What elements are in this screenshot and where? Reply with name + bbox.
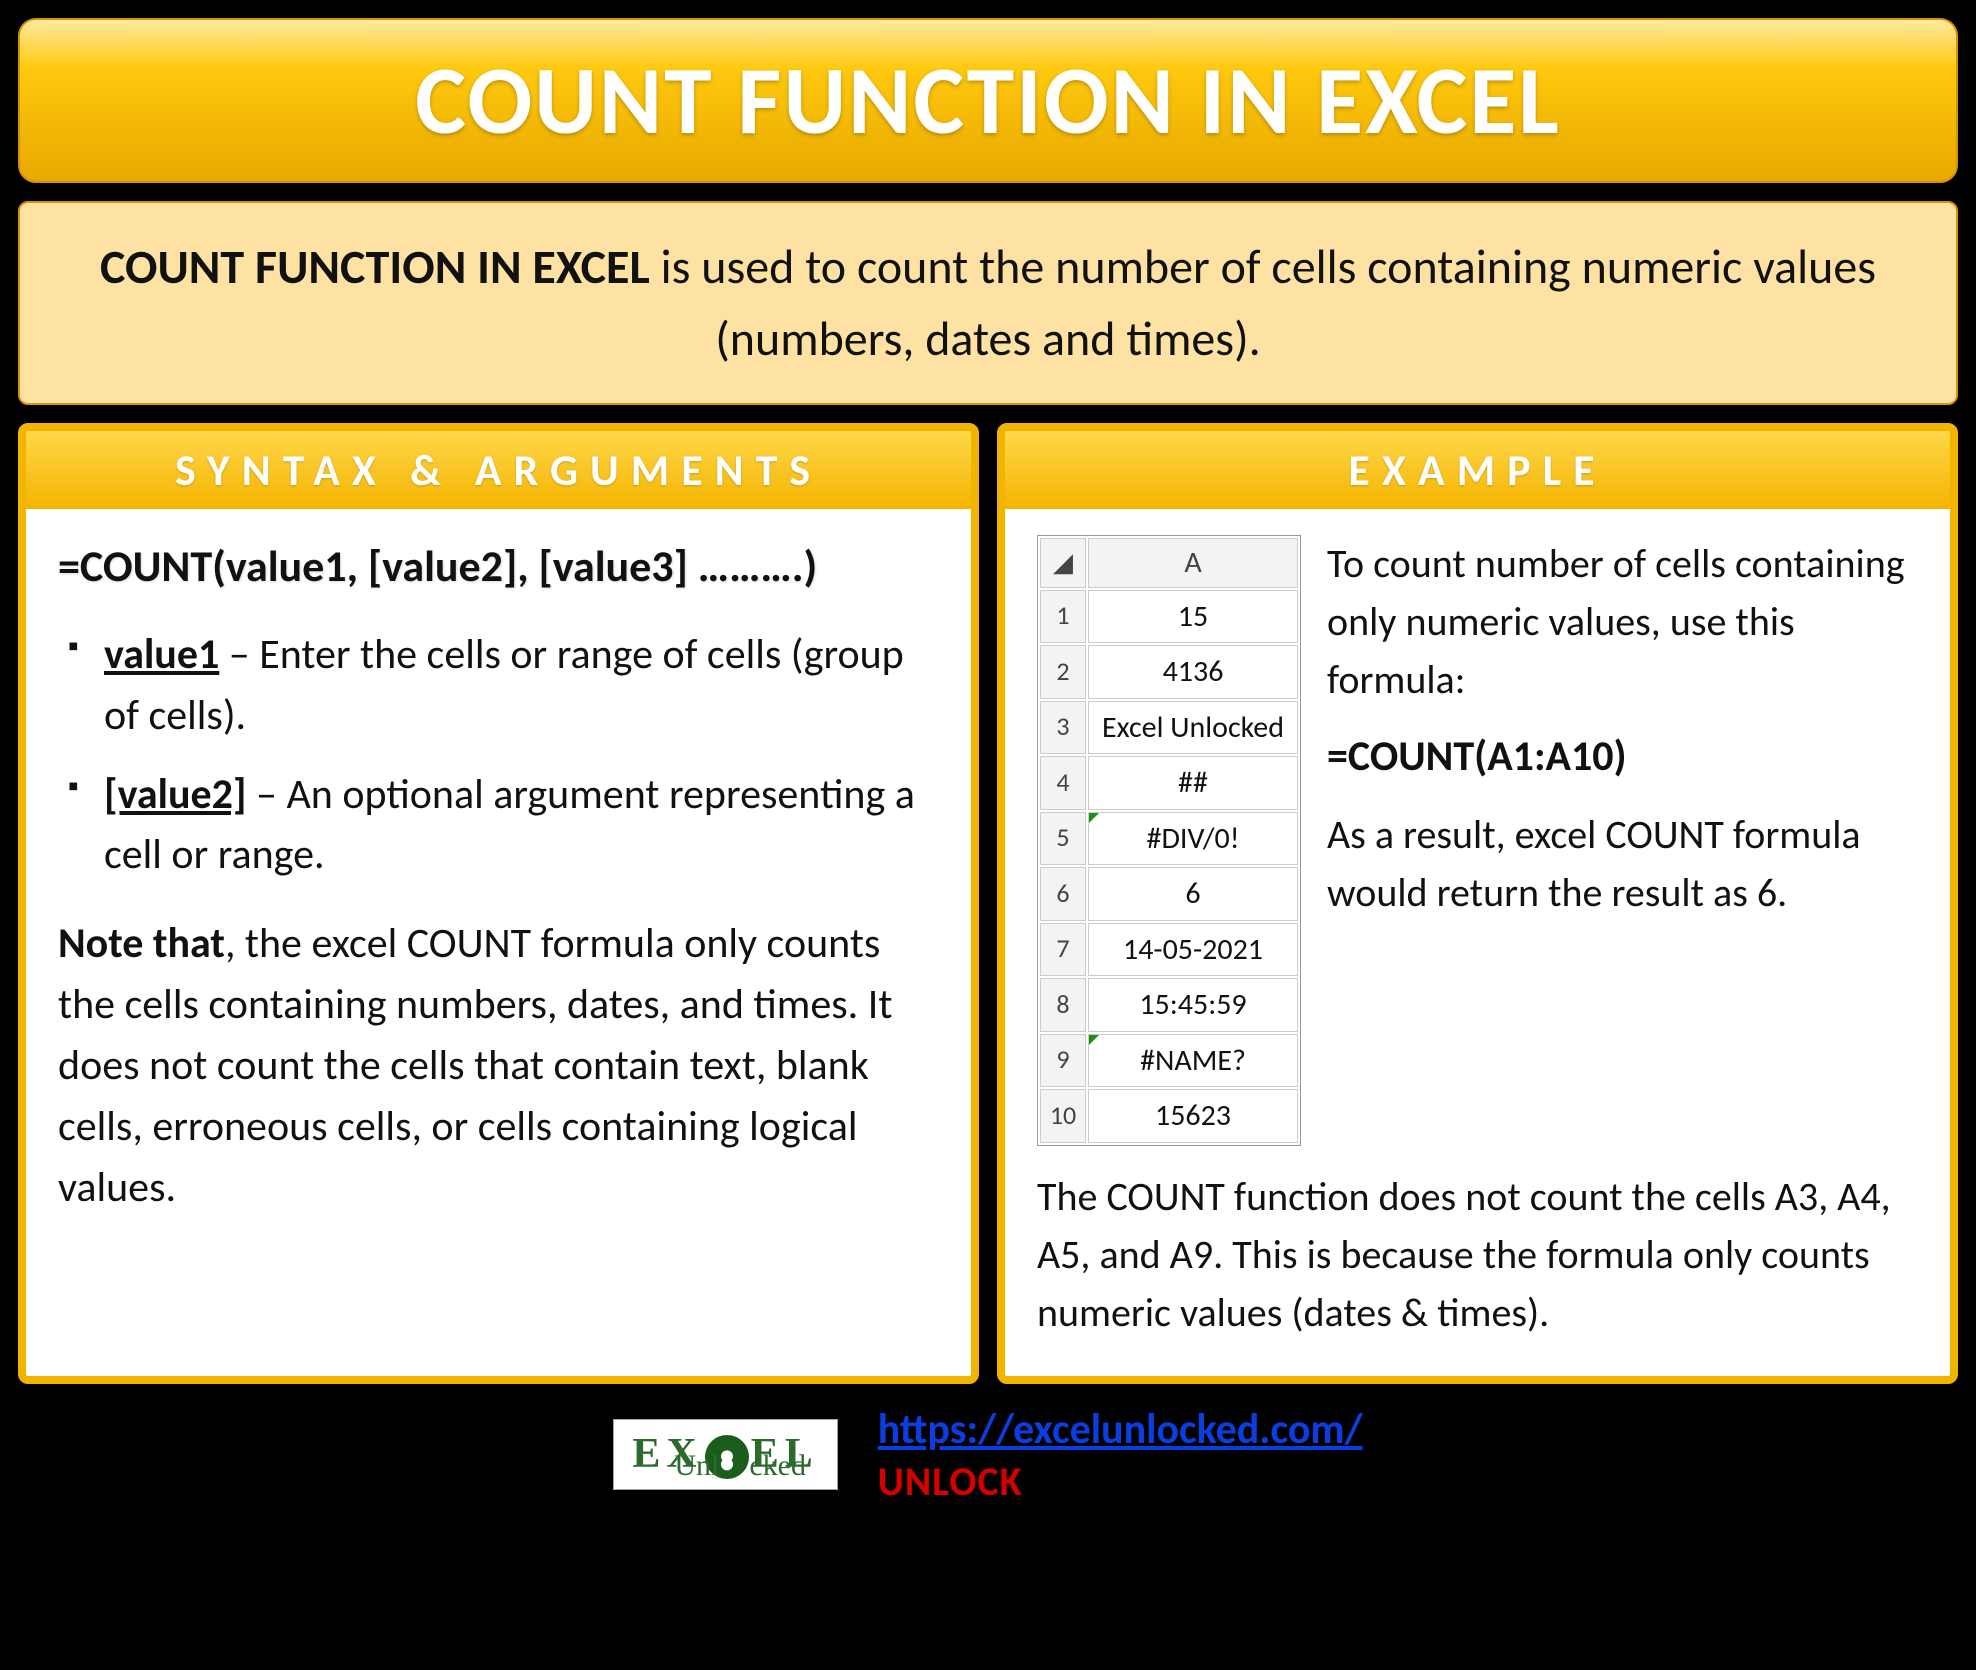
example-text-1: To count number of cells containing only… bbox=[1327, 535, 1918, 709]
sheet-cell-error: #DIV/0! bbox=[1088, 812, 1298, 866]
sheet-cell: ## bbox=[1088, 756, 1298, 810]
sheet-col-header: A bbox=[1088, 538, 1298, 588]
arg-desc: – Enter the cells or range of cells (gro… bbox=[104, 629, 904, 741]
argument-item: value1 – Enter the cells or range of cel… bbox=[58, 625, 939, 747]
example-header: EXAMPLE bbox=[1005, 431, 1950, 509]
content-columns: SYNTAX & ARGUMENTS =COUNT(value1, [value… bbox=[18, 423, 1958, 1384]
intro-bold: COUNT FUNCTION IN EXCEL bbox=[100, 237, 650, 296]
logo-sub-text: Unl cked bbox=[674, 1449, 806, 1483]
sheet-cell: 6 bbox=[1088, 867, 1298, 921]
mini-spreadsheet: ◢A 115 24136 3Excel Unlocked 4## 5#DIV/0… bbox=[1037, 535, 1301, 1146]
sheet-cell: 15:45:59 bbox=[1088, 978, 1298, 1032]
example-formula: =COUNT(A1:A10) bbox=[1327, 727, 1918, 788]
row-head: 8 bbox=[1040, 978, 1086, 1032]
syntax-note: Note that, the excel COUNT formula only … bbox=[58, 914, 939, 1218]
arg-name: [value2] bbox=[104, 769, 247, 820]
note-bold: Note that bbox=[58, 918, 225, 969]
argument-list: value1 – Enter the cells or range of cel… bbox=[58, 625, 939, 887]
sheet-cell: 4136 bbox=[1088, 645, 1298, 699]
syntax-panel: SYNTAX & ARGUMENTS =COUNT(value1, [value… bbox=[18, 423, 979, 1384]
footer-unlock-text: UNLOCK bbox=[878, 1457, 1363, 1506]
syntax-body: =COUNT(value1, [value2], [value3] ……….) … bbox=[26, 509, 971, 1253]
sheet-cell: Excel Unlocked bbox=[1088, 701, 1298, 755]
row-head: 6 bbox=[1040, 867, 1086, 921]
row-head: 9 bbox=[1040, 1034, 1086, 1088]
argument-item: [value2] – An optional argument represen… bbox=[58, 765, 939, 887]
footer: EXEL Unl cked https://excelunlocked.com/… bbox=[18, 1404, 1958, 1506]
row-head: 5 bbox=[1040, 812, 1086, 866]
example-footnote: The COUNT function does not count the ce… bbox=[1037, 1168, 1918, 1342]
example-body: ◢A 115 24136 3Excel Unlocked 4## 5#DIV/0… bbox=[1005, 509, 1950, 1376]
sheet-cell: 15 bbox=[1088, 590, 1298, 644]
sheet-cell-error: #NAME? bbox=[1088, 1034, 1298, 1088]
example-text-block: To count number of cells containing only… bbox=[1327, 535, 1918, 1146]
syntax-header: SYNTAX & ARGUMENTS bbox=[26, 431, 971, 509]
row-head: 3 bbox=[1040, 701, 1086, 755]
syntax-formula: =COUNT(value1, [value2], [value3] ……….) bbox=[58, 535, 939, 599]
footer-links: https://excelunlocked.com/ UNLOCK bbox=[878, 1404, 1363, 1506]
row-head: 2 bbox=[1040, 645, 1086, 699]
row-head: 10 bbox=[1040, 1089, 1086, 1143]
example-text-2: As a result, excel COUNT formula would r… bbox=[1327, 806, 1918, 922]
sheet-cell: 14-05-2021 bbox=[1088, 923, 1298, 977]
example-top-row: ◢A 115 24136 3Excel Unlocked 4## 5#DIV/0… bbox=[1037, 535, 1918, 1146]
row-head: 7 bbox=[1040, 923, 1086, 977]
sheet-corner: ◢ bbox=[1040, 538, 1086, 588]
arg-name: value1 bbox=[104, 629, 219, 680]
example-panel: EXAMPLE ◢A 115 24136 3Excel Unlocked 4##… bbox=[997, 423, 1958, 1384]
intro-box: COUNT FUNCTION IN EXCEL is used to count… bbox=[18, 201, 1958, 405]
row-head: 1 bbox=[1040, 590, 1086, 644]
footer-url-link[interactable]: https://excelunlocked.com/ bbox=[878, 1404, 1363, 1455]
page-title: COUNT FUNCTION IN EXCEL bbox=[30, 42, 1946, 159]
logo-box: EXEL Unl cked bbox=[613, 1419, 837, 1490]
row-head: 4 bbox=[1040, 756, 1086, 810]
sheet-cell: 15623 bbox=[1088, 1089, 1298, 1143]
intro-text: is used to count the number of cells con… bbox=[650, 237, 1876, 368]
title-bar: COUNT FUNCTION IN EXCEL bbox=[18, 18, 1958, 183]
